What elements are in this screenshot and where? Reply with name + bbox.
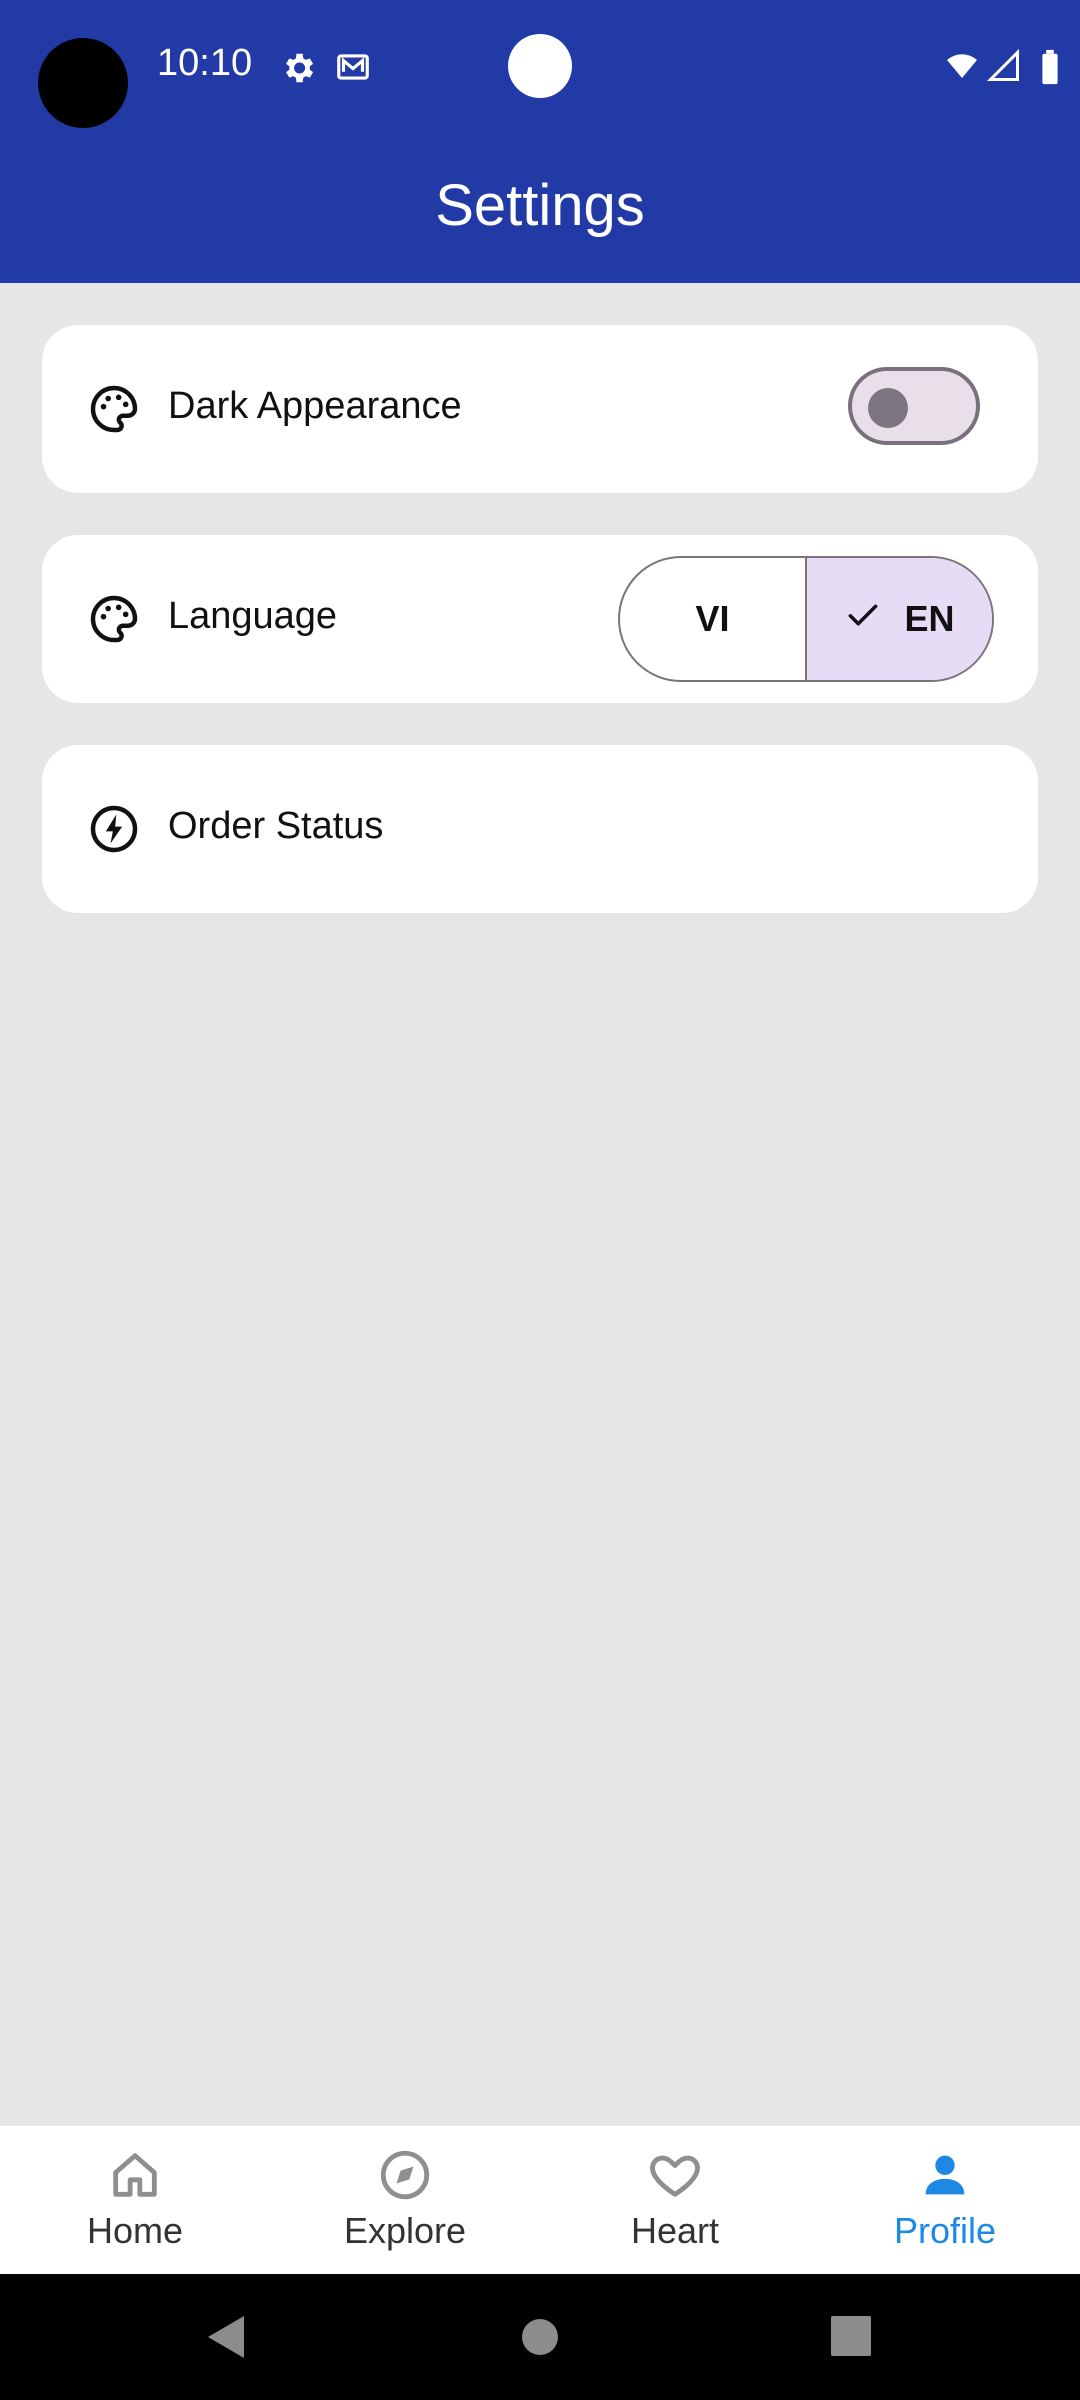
nav-label-profile: Profile (893, 2210, 997, 2251)
switch-knob (868, 388, 908, 428)
compass-icon (376, 2146, 434, 2204)
back-triangle-icon[interactable] (204, 2274, 246, 2400)
wifi-icon (942, 48, 982, 84)
dark-appearance-label: Dark Appearance (168, 385, 462, 427)
nav-label-heart: Heart (630, 2210, 720, 2251)
settings-gear-icon (279, 49, 317, 87)
person-icon (916, 2146, 974, 2204)
language-option-en-label: EN (904, 598, 955, 639)
home-icon (106, 2146, 164, 2204)
language-label: Language (168, 595, 338, 637)
order-status-card[interactable]: Order Status (42, 745, 1038, 913)
language-card: Language VI EN (42, 535, 1038, 703)
nav-item-profile[interactable]: Profile (810, 2126, 1080, 2274)
language-segmented-control: VI EN (618, 556, 994, 682)
home-circle-icon[interactable] (520, 2274, 560, 2400)
check-icon (844, 596, 882, 643)
mail-icon (332, 48, 374, 86)
cell-signal-icon (986, 48, 1022, 84)
nav-item-home[interactable]: Home (0, 2126, 270, 2274)
dark-appearance-card[interactable]: Dark Appearance (42, 325, 1038, 493)
palette-icon (86, 381, 142, 437)
nav-item-explore[interactable]: Explore (270, 2126, 540, 2274)
battery-icon (1038, 48, 1062, 86)
status-time: 10:10 (157, 42, 253, 84)
nav-item-heart[interactable]: Heart (540, 2126, 810, 2274)
heart-icon (646, 2146, 704, 2204)
bolt-icon (86, 801, 142, 857)
language-option-vi-label: VI (695, 598, 730, 639)
front-camera-dot (508, 34, 572, 98)
language-option-vi[interactable]: VI (620, 558, 805, 680)
nav-label-explore: Explore (343, 2210, 467, 2251)
top-app-bar: 10:10 Settings (0, 0, 1080, 283)
system-navigation-bar (0, 2274, 1080, 2400)
language-option-en[interactable]: EN (805, 558, 992, 680)
camera-cutout (38, 38, 128, 128)
page-title: Settings (435, 173, 645, 238)
bottom-navigation: Home Explore Heart Profile (0, 2126, 1080, 2274)
order-status-label: Order Status (168, 805, 384, 847)
dark-appearance-switch[interactable] (848, 367, 980, 445)
settings-screen: 10:10 Settings Dark Appearance Language … (0, 0, 1080, 2400)
nav-label-home: Home (86, 2210, 184, 2251)
palette-icon (86, 591, 142, 647)
recent-square-icon[interactable] (830, 2274, 872, 2400)
